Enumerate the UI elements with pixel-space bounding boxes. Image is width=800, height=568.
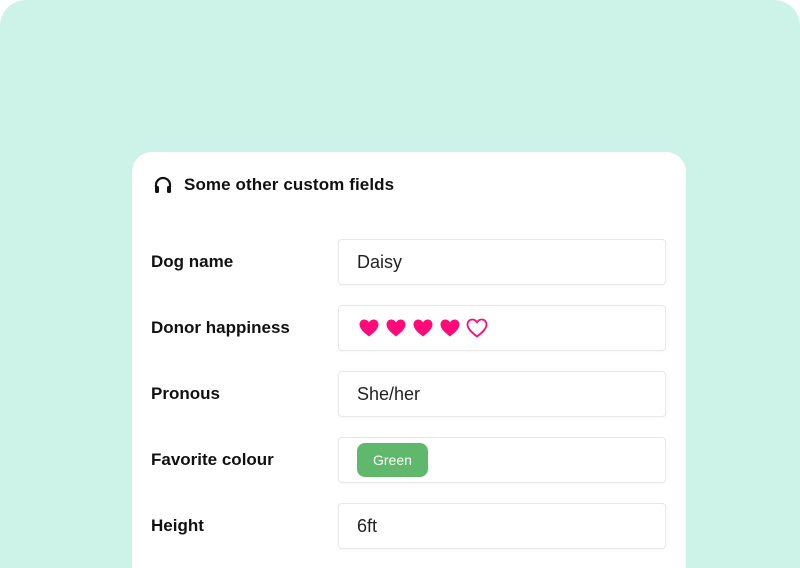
heart-rating (358, 317, 493, 339)
heart-filled-icon[interactable] (385, 317, 407, 339)
heart-filled-icon[interactable] (358, 317, 380, 339)
heart-outline-icon[interactable] (466, 317, 488, 339)
favorite-colour-field[interactable]: Green (338, 437, 666, 483)
field-label: Pronous (151, 384, 220, 403)
field-row-favorite-colour: Favorite colour Green (132, 437, 686, 483)
pronouns-field[interactable]: She/her (338, 371, 666, 417)
field-value: She/her (357, 384, 421, 404)
heart-filled-icon[interactable] (412, 317, 434, 339)
field-row-height: Height 6ft (132, 503, 686, 549)
heart-filled-icon[interactable] (439, 317, 461, 339)
field-row-donor-happiness: Donor happiness (132, 305, 686, 351)
field-label: Dog name (151, 252, 234, 271)
field-label: Donor happiness (151, 318, 290, 337)
card-title: Some other custom fields (184, 175, 395, 194)
field-label: Height (151, 516, 204, 535)
colour-tag[interactable]: Green (357, 443, 428, 477)
field-value: 6ft (357, 516, 378, 536)
field-row-dog-name: Dog name Daisy (132, 239, 686, 285)
custom-fields-card: Some other custom fields Dog name Daisy … (132, 152, 686, 568)
headphones-icon (152, 174, 174, 196)
field-row-pronouns: Pronous She/her (132, 371, 686, 417)
page-background: Some other custom fields Dog name Daisy … (0, 0, 800, 568)
height-field[interactable]: 6ft (338, 503, 666, 549)
dog-name-field[interactable]: Daisy (338, 239, 666, 285)
field-value: Daisy (357, 252, 403, 272)
donor-happiness-rating[interactable] (338, 305, 666, 351)
field-label: Favorite colour (151, 450, 274, 469)
card-header: Some other custom fields (152, 174, 394, 196)
